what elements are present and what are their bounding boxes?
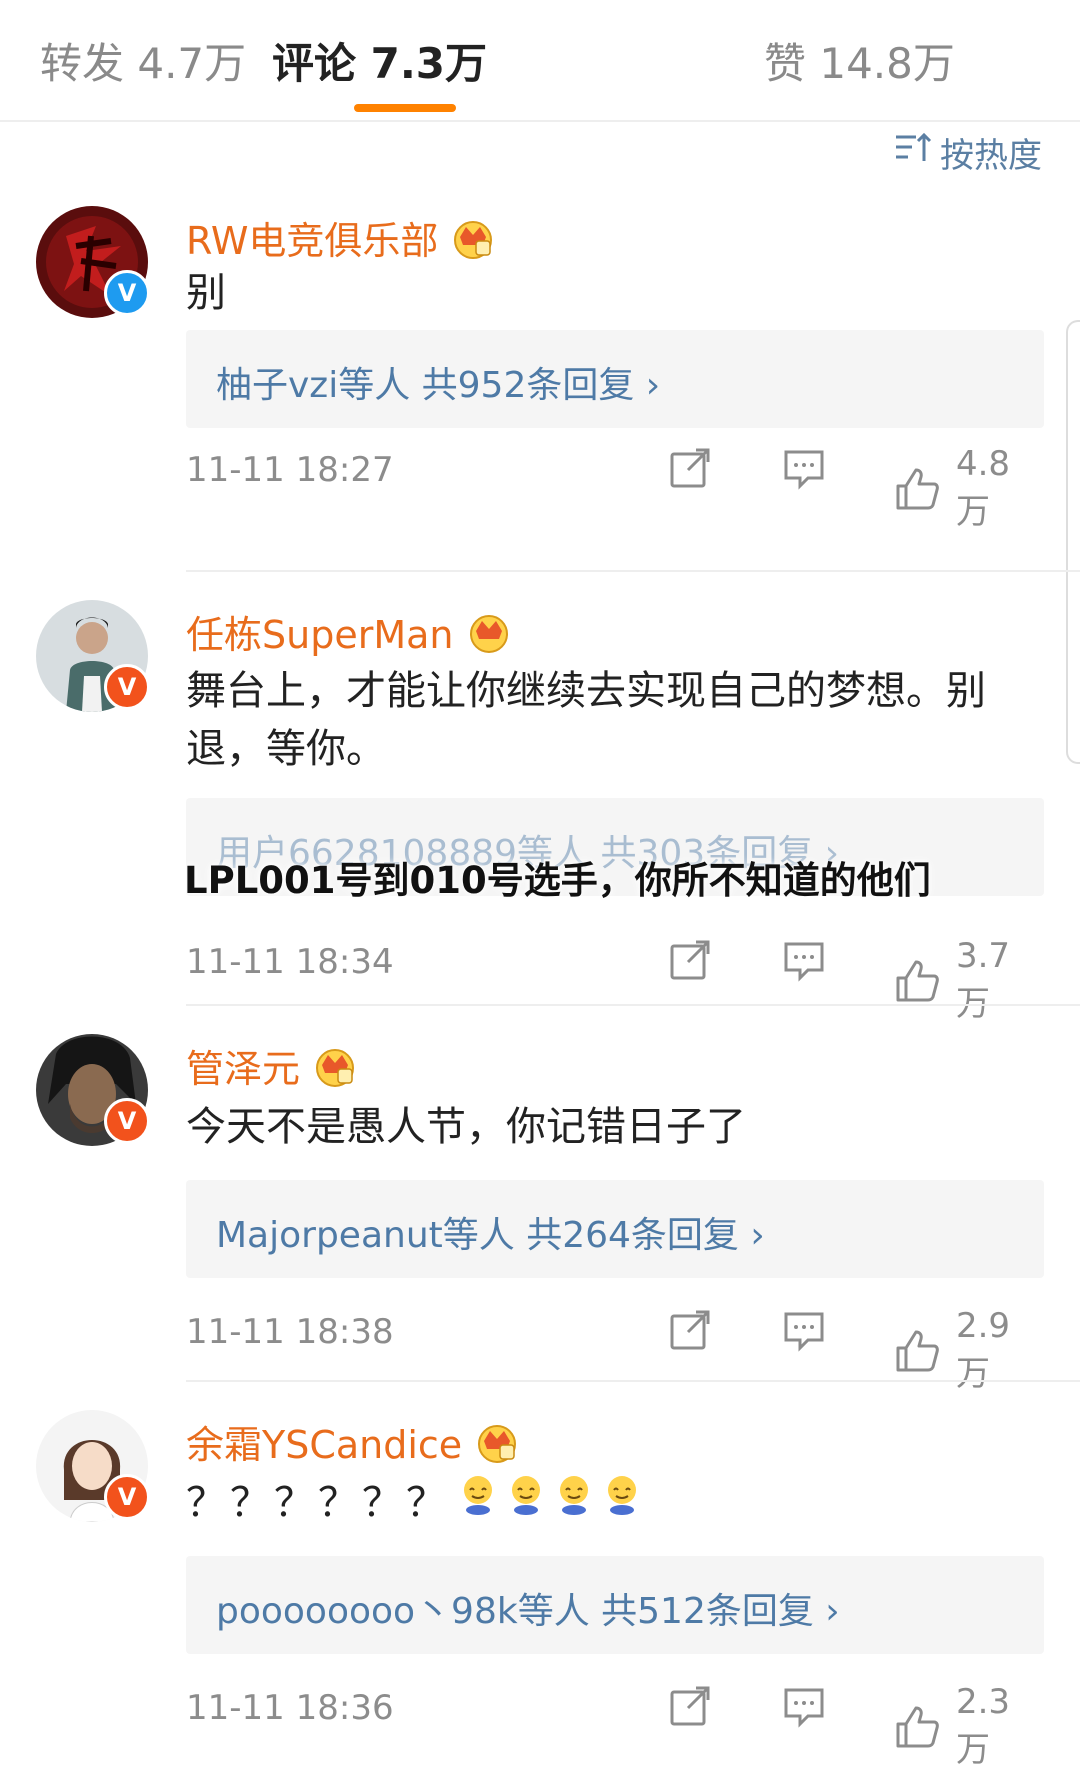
crown-icon — [316, 1048, 355, 1087]
comment-text-row: ？？？？？？ — [186, 1474, 1036, 1532]
crown-icon — [454, 220, 493, 259]
like-button[interactable]: 2.3万 — [892, 1682, 1044, 1771]
sort-icon — [894, 129, 932, 176]
divider — [186, 1004, 1080, 1006]
thumbs-up-icon — [896, 468, 939, 509]
comment-icon[interactable] — [780, 936, 828, 984]
verified-badge-icon: V — [104, 664, 150, 710]
verified-badge-icon: V — [104, 1098, 150, 1144]
emoji-sweat-icon — [602, 1474, 642, 1532]
reply-summary[interactable]: 柚子vzi等人 共952条回复 › — [186, 330, 1044, 428]
thumbs-up-icon — [896, 960, 939, 1001]
like-button[interactable]: 4.8万 — [892, 444, 1044, 533]
like-button[interactable]: 3.7万 — [892, 936, 1044, 1025]
comment-icon[interactable] — [780, 1682, 828, 1730]
tab-bar: 转发 4.7万 评论 7.3万 赞 14.8万 — [0, 0, 1080, 122]
tab-comments[interactable]: 评论 7.3万 — [272, 30, 487, 91]
comment-username[interactable]: 余霜YSCandice — [186, 1414, 520, 1469]
avatar[interactable]: V — [36, 1410, 150, 1522]
verified-badge-icon: V — [104, 270, 150, 316]
divider — [186, 570, 1080, 572]
share-icon[interactable] — [666, 936, 714, 984]
comment-username[interactable]: RW电竞俱乐部 — [186, 210, 496, 265]
comment-meta: 11-11 18:34 3.7万 — [186, 936, 1044, 1024]
divider — [186, 1380, 1080, 1382]
comment-meta: 11-11 18:27 4.8万 — [186, 444, 1044, 532]
comment-text: ？？？？？？ — [186, 1480, 450, 1526]
scroll-handle[interactable] — [1066, 320, 1080, 764]
tab-reposts[interactable]: 转发 4.7万 — [40, 30, 246, 91]
article-title-overlay: LPL001号到010号选手，你所不知道的他们 — [184, 859, 931, 902]
comment-icon[interactable] — [780, 1306, 828, 1354]
comment-text: 别 — [186, 270, 226, 316]
reply-summary[interactable]: poooooooo丶98k等人 共512条回复 › — [186, 1556, 1044, 1654]
tab-likes[interactable]: 赞 14.8万 — [764, 30, 955, 91]
like-count: 2.3万 — [955, 1682, 1011, 1770]
comment-text: 今天不是愚人节，你记错日子了 — [186, 1104, 746, 1150]
comment-meta: 11-11 18:38 2.9万 — [186, 1306, 1044, 1394]
share-icon[interactable] — [666, 444, 714, 492]
avatar[interactable]: V — [36, 1034, 150, 1146]
emoji-sweat-icon — [458, 1474, 498, 1532]
username-text: 余霜YSCandice — [186, 1423, 463, 1467]
comment-time: 11-11 18:27 — [186, 450, 394, 490]
comment-username[interactable]: 任栋SuperMan — [186, 604, 512, 659]
comment-username[interactable]: 管泽元 — [186, 1038, 358, 1093]
reply-summary-text: 柚子vzi等人 共952条回复 › — [216, 365, 661, 406]
comment-time: 11-11 18:36 — [186, 1688, 394, 1728]
thumbs-up-icon — [896, 1330, 939, 1371]
reply-summary[interactable]: Majorpeanut等人 共264条回复 › — [186, 1180, 1044, 1278]
crown-icon — [469, 614, 508, 653]
like-count: 4.8万 — [955, 444, 1011, 532]
comment-time: 11-11 18:38 — [186, 1312, 394, 1352]
like-count: 3.7万 — [955, 936, 1011, 1024]
username-text: RW电竞俱乐部 — [186, 219, 439, 263]
crown-icon — [478, 1424, 517, 1463]
emoji-sweat-icon — [554, 1474, 594, 1532]
avatar[interactable]: V — [36, 600, 150, 712]
verified-badge-icon: V — [104, 1474, 150, 1520]
avatar[interactable]: V — [36, 206, 150, 318]
sort-label: 按热度 — [940, 136, 1042, 176]
active-tab-indicator — [354, 104, 456, 112]
username-text: 任栋SuperMan — [186, 613, 454, 657]
sort-button[interactable]: 按热度 — [894, 128, 1042, 177]
reply-summary-text: Majorpeanut等人 共264条回复 › — [216, 1215, 765, 1256]
comment-time: 11-11 18:34 — [186, 942, 394, 982]
emoji-sweat-icon — [506, 1474, 546, 1532]
comment-text: 舞台上，才能让你继续去实现自己的梦想。别退，等你。 — [186, 668, 986, 772]
comment-meta: 11-11 18:36 2.3万 — [186, 1682, 1044, 1770]
comment-icon[interactable] — [780, 444, 828, 492]
reply-summary-text: poooooooo丶98k等人 共512条回复 › — [216, 1591, 840, 1632]
share-icon[interactable] — [666, 1306, 714, 1354]
thumbs-up-icon — [896, 1706, 939, 1747]
username-text: 管泽元 — [186, 1047, 301, 1091]
share-icon[interactable] — [666, 1682, 714, 1730]
